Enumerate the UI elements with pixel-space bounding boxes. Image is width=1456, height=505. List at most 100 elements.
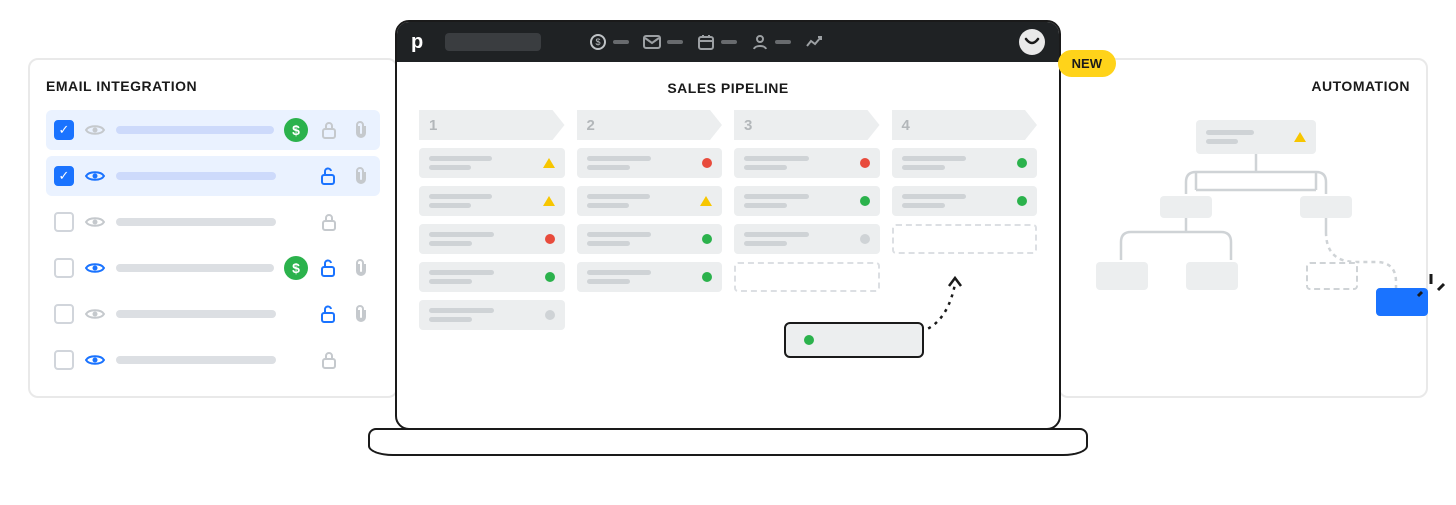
status-dot-icon xyxy=(1017,158,1027,168)
pipeline-stage: 3 xyxy=(734,110,880,330)
warning-icon xyxy=(700,196,712,206)
row-placeholder xyxy=(116,356,276,364)
money-icon: $ xyxy=(284,256,308,280)
automation-root-node[interactable] xyxy=(1196,120,1316,154)
brand-logo[interactable]: p xyxy=(411,31,431,54)
status-dot-icon xyxy=(545,272,555,282)
deal-card[interactable] xyxy=(577,148,723,178)
deal-card[interactable] xyxy=(892,186,1038,216)
panel-title: AUTOMATION xyxy=(1076,78,1410,94)
nav-insights[interactable] xyxy=(805,35,823,49)
new-badge: NEW xyxy=(1058,50,1116,77)
deal-card[interactable] xyxy=(577,262,723,292)
app-topbar: p $ xyxy=(397,22,1059,62)
deal-card[interactable] xyxy=(419,186,565,216)
email-integration-panel: EMAIL INTEGRATION ✓ $ ✓ xyxy=(28,58,398,398)
status-dot-icon xyxy=(545,310,555,320)
checkbox-icon[interactable] xyxy=(54,212,74,232)
automation-node[interactable] xyxy=(1096,262,1148,290)
status-dot-icon xyxy=(702,272,712,282)
unlock-icon[interactable] xyxy=(318,305,340,323)
automation-panel: AUTOMATION xyxy=(1058,58,1428,398)
eye-icon[interactable] xyxy=(84,165,106,187)
email-row[interactable] xyxy=(46,294,380,334)
deal-card[interactable] xyxy=(734,186,880,216)
row-placeholder xyxy=(116,126,274,134)
lock-icon[interactable] xyxy=(318,213,340,231)
checkbox-icon[interactable]: ✓ xyxy=(54,166,74,186)
svg-text:$: $ xyxy=(595,37,600,47)
row-placeholder xyxy=(116,264,274,272)
status-dot-icon xyxy=(804,335,814,345)
status-dot-icon xyxy=(860,158,870,168)
nav-contacts[interactable] xyxy=(751,34,791,50)
deal-card[interactable] xyxy=(892,148,1038,178)
warning-icon xyxy=(543,158,555,168)
money-icon: $ xyxy=(284,118,308,142)
deal-card[interactable] xyxy=(419,262,565,292)
deal-card[interactable] xyxy=(419,224,565,254)
lock-icon[interactable] xyxy=(318,351,340,369)
drop-slot[interactable] xyxy=(892,224,1038,254)
pipeline-stage: 2 xyxy=(577,110,723,330)
email-row[interactable]: ✓ xyxy=(46,156,380,196)
email-rows: ✓ $ ✓ xyxy=(46,110,380,380)
dragging-deal-card[interactable] xyxy=(784,322,924,358)
status-dot-icon xyxy=(702,234,712,244)
unlock-icon[interactable] xyxy=(318,259,340,277)
automation-tree xyxy=(1076,110,1410,360)
automation-slot[interactable] xyxy=(1306,262,1358,290)
laptop-base xyxy=(368,428,1088,458)
deal-card[interactable] xyxy=(577,224,723,254)
pipeline-stage: 1 xyxy=(419,110,565,330)
automation-node[interactable] xyxy=(1160,196,1212,218)
triangle-icon xyxy=(1294,132,1306,142)
automation-node[interactable] xyxy=(1300,196,1352,218)
paperclip-icon[interactable] xyxy=(350,305,372,323)
app-window: p $ xyxy=(395,20,1061,430)
nav-deals[interactable]: $ xyxy=(589,33,629,51)
stage-header[interactable]: 4 xyxy=(892,110,1038,140)
checkbox-icon[interactable] xyxy=(54,258,74,278)
checkbox-icon[interactable] xyxy=(54,304,74,324)
row-placeholder xyxy=(116,172,276,180)
nav-mail[interactable] xyxy=(643,35,683,49)
unlock-icon[interactable] xyxy=(318,167,340,185)
deal-card[interactable] xyxy=(734,148,880,178)
deal-card[interactable] xyxy=(577,186,723,216)
checkbox-icon[interactable] xyxy=(54,350,74,370)
eye-icon[interactable] xyxy=(84,303,106,325)
eye-icon[interactable] xyxy=(84,211,106,233)
deal-card[interactable] xyxy=(734,224,880,254)
paperclip-icon[interactable] xyxy=(350,259,372,277)
checkbox-icon[interactable]: ✓ xyxy=(54,120,74,140)
status-dot-icon xyxy=(1017,196,1027,206)
nav-calendar[interactable] xyxy=(697,34,737,50)
status-dot-icon xyxy=(702,158,712,168)
stage-header[interactable]: 2 xyxy=(577,110,723,140)
status-dot-icon xyxy=(545,234,555,244)
email-row[interactable] xyxy=(46,340,380,380)
status-dot-icon xyxy=(860,234,870,244)
avatar[interactable] xyxy=(1019,29,1045,55)
paperclip-icon[interactable] xyxy=(350,121,372,139)
drop-slot[interactable] xyxy=(734,262,880,292)
window-title: SALES PIPELINE xyxy=(397,62,1059,110)
email-row[interactable] xyxy=(46,202,380,242)
row-placeholder xyxy=(116,310,276,318)
warning-icon xyxy=(543,196,555,206)
lock-icon[interactable] xyxy=(318,121,340,139)
email-row[interactable]: ✓ $ xyxy=(46,110,380,150)
stage-header[interactable]: 3 xyxy=(734,110,880,140)
automation-node[interactable] xyxy=(1186,262,1238,290)
eye-icon[interactable] xyxy=(84,257,106,279)
deal-card[interactable] xyxy=(419,300,565,330)
paperclip-icon[interactable] xyxy=(350,167,372,185)
deal-card[interactable] xyxy=(419,148,565,178)
eye-icon[interactable] xyxy=(84,349,106,371)
row-placeholder xyxy=(116,218,276,226)
eye-icon[interactable] xyxy=(84,119,106,141)
search-input[interactable] xyxy=(445,33,541,51)
stage-header[interactable]: 1 xyxy=(419,110,565,140)
email-row[interactable]: $ xyxy=(46,248,380,288)
